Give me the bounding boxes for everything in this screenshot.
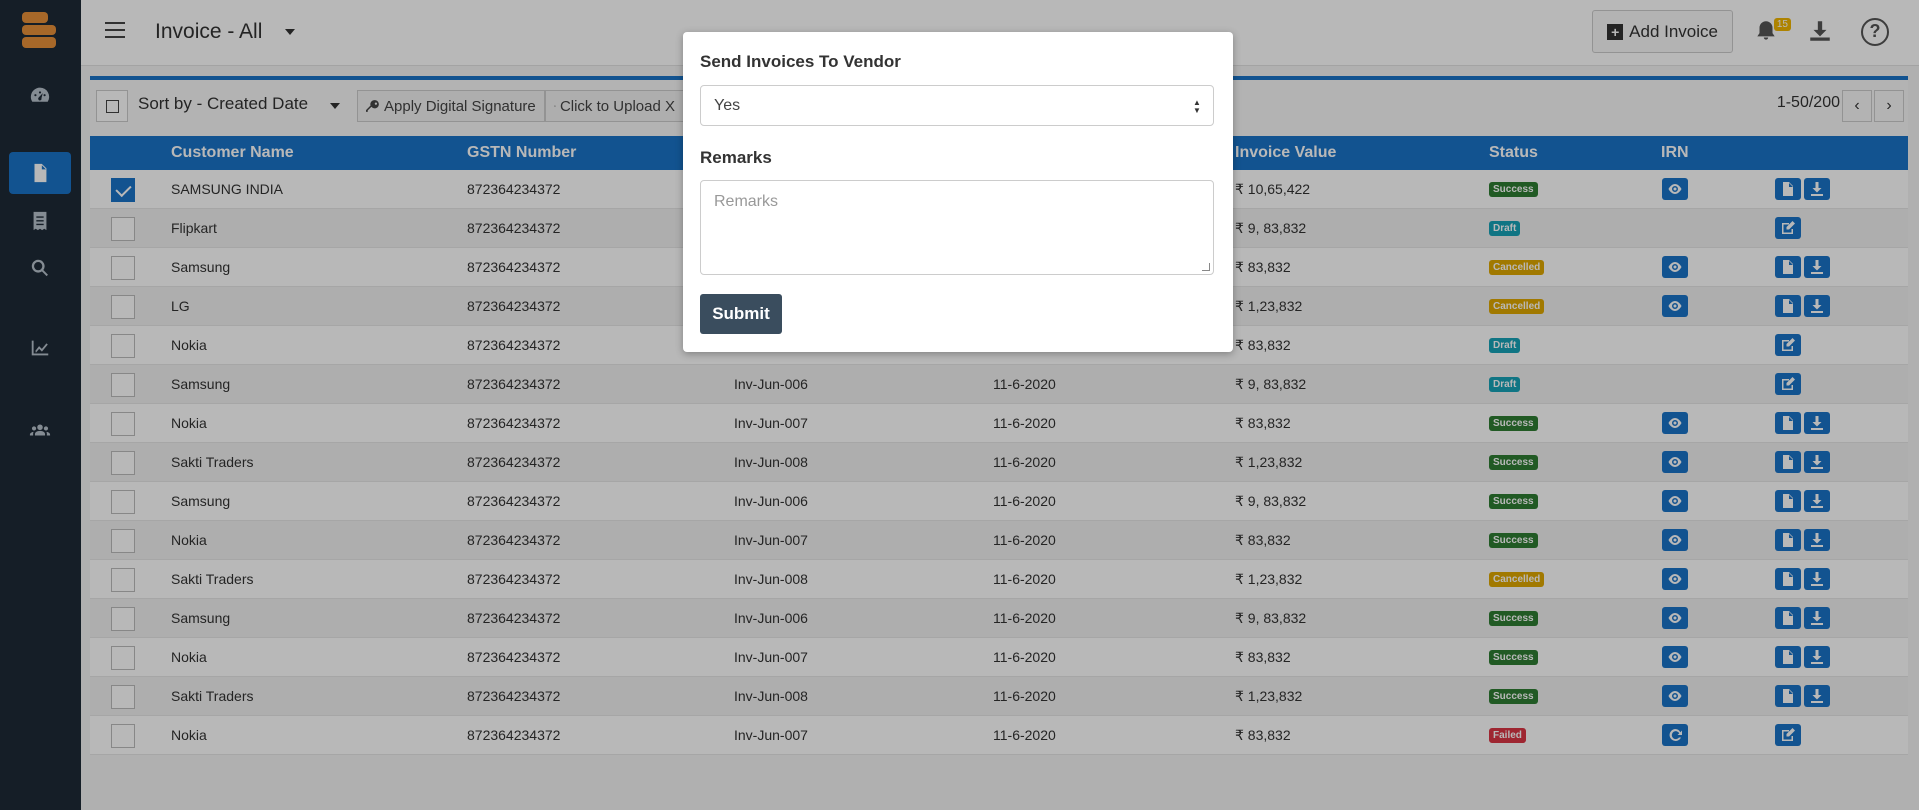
remarks-label: Remarks [700,148,772,167]
select-arrows-icon: ▲ ▼ [1193,98,1201,115]
send-invoices-modal: Send Invoices To Vendor Yes ▲ ▼ Remarks R… [683,32,1233,352]
remarks-textarea[interactable]: Remarks [700,180,1214,275]
submit-button[interactable]: Submit [700,294,782,334]
resize-handle[interactable] [1202,263,1210,271]
modal-title: Send Invoices To Vendor [700,52,901,71]
select-value: Yes [714,97,741,114]
remarks-placeholder: Remarks [714,193,779,210]
send-to-vendor-select[interactable]: Yes ▲ ▼ [700,85,1214,126]
